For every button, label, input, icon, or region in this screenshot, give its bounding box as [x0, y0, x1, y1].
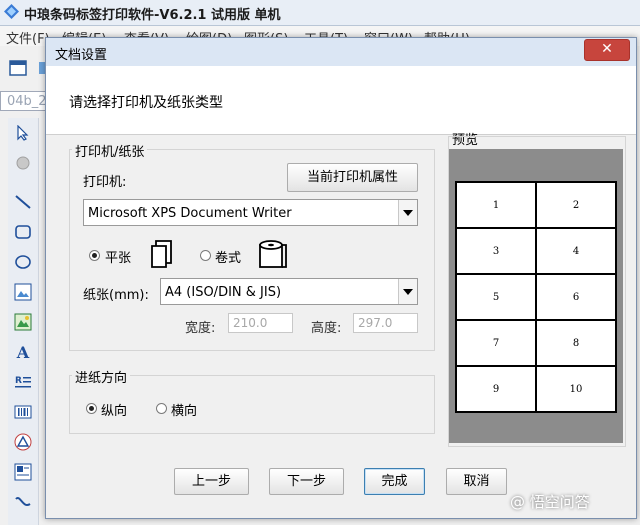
triangle-tool-icon[interactable] [13, 432, 33, 452]
paper-size-label: 纸张(mm): [83, 288, 149, 303]
portrait-label: 纵向 [101, 404, 128, 419]
label-cell: 3 [456, 228, 536, 274]
height-input[interactable]: 297.0 [353, 313, 418, 333]
dialog-header: 请选择打印机及纸张类型 [46, 66, 636, 135]
toolbar [0, 52, 50, 84]
paper-roll-icon [259, 240, 287, 268]
dialog-title: 文档设置 [55, 48, 108, 63]
font-name-box[interactable]: 04b_2 [0, 91, 48, 111]
preview-area: 1 2 3 4 5 6 7 8 9 10 [449, 149, 623, 443]
next-step-button[interactable]: 下一步 [269, 468, 344, 495]
sheet-media-label: 平张 [105, 251, 132, 266]
feed-direction-legend: 进纸方向 [72, 367, 131, 386]
printer-paper-legend: 打印机/纸张 [72, 141, 148, 160]
label-cell: 4 [536, 228, 616, 274]
svg-text:R: R [15, 376, 22, 386]
ellipse-tool-icon[interactable] [13, 252, 33, 272]
label-cell: 10 [536, 366, 616, 412]
roll-media-label: 卷式 [215, 251, 242, 266]
left-toolbox: A R [8, 118, 39, 525]
label-cell: 1 [456, 182, 536, 228]
portrait-radio[interactable] [86, 403, 97, 414]
width-label: 宽度: [185, 321, 216, 336]
label-cell: 7 [456, 320, 536, 366]
app-title: 中琅条码标签打印软件-V6.2.1 试用版 单机 [24, 8, 281, 23]
label-cell: 2 [536, 182, 616, 228]
prev-step-button[interactable]: 上一步 [174, 468, 249, 495]
table-tool-icon[interactable] [13, 462, 33, 482]
image-tool-icon[interactable] [13, 282, 33, 302]
width-input[interactable]: 210.0 [228, 313, 293, 333]
printer-properties-button[interactable]: 当前打印机属性 [287, 163, 418, 192]
landscape-radio[interactable] [156, 403, 167, 414]
app-titlebar: 中琅条码标签打印软件-V6.2.1 试用版 单机 [0, 0, 640, 26]
finish-button[interactable]: 完成 [364, 468, 425, 495]
disabled-tool-icon [13, 153, 33, 173]
printer-select-value: Microsoft XPS Document Writer [88, 206, 292, 221]
roll-media-radio[interactable] [200, 250, 211, 261]
landscape-label: 横向 [171, 404, 198, 419]
height-label: 高度: [311, 321, 342, 336]
label-cell: 6 [536, 274, 616, 320]
watermark: @ 悟空问答 [510, 493, 590, 511]
picture-tool-icon[interactable] [13, 312, 33, 332]
curve-tool-icon[interactable] [13, 492, 33, 512]
menu-file[interactable]: 文件(F) [6, 28, 50, 47]
printer-select[interactable]: Microsoft XPS Document Writer [83, 199, 418, 226]
sheet-paper-icon [151, 240, 172, 268]
close-button[interactable]: ✕ [584, 39, 630, 61]
printer-label: 打印机: [83, 175, 127, 190]
app-logo-icon [4, 4, 19, 19]
new-document-icon[interactable] [9, 60, 27, 76]
paper-size-value: A4 (ISO/DIN & JIS) [165, 285, 282, 300]
dialog-prompt: 请选择打印机及纸张类型 [69, 95, 223, 111]
barcode-tool-icon[interactable] [13, 402, 33, 422]
rich-text-tool-icon[interactable]: R [13, 372, 33, 392]
label-cell: 8 [536, 320, 616, 366]
label-cell: 5 [456, 274, 536, 320]
chevron-down-icon[interactable] [398, 279, 417, 304]
rounded-rect-tool-icon[interactable] [13, 222, 33, 242]
select-arrow-icon[interactable] [13, 123, 33, 143]
document-settings-dialog: 文档设置 ✕ 请选择打印机及纸张类型 打印机/纸张 打印机: 当前打印机属性 M… [45, 37, 637, 519]
text-tool-icon[interactable]: A [13, 342, 33, 362]
cancel-button[interactable]: 取消 [446, 468, 507, 495]
label-cell: 9 [456, 366, 536, 412]
paper-size-select[interactable]: A4 (ISO/DIN & JIS) [160, 278, 418, 305]
line-tool-icon[interactable] [13, 192, 33, 212]
sheet-media-radio[interactable] [89, 250, 100, 261]
preview-page: 1 2 3 4 5 6 7 8 9 10 [455, 181, 617, 413]
dialog-titlebar: 文档设置 ✕ [46, 38, 636, 66]
chevron-down-icon[interactable] [398, 200, 417, 225]
